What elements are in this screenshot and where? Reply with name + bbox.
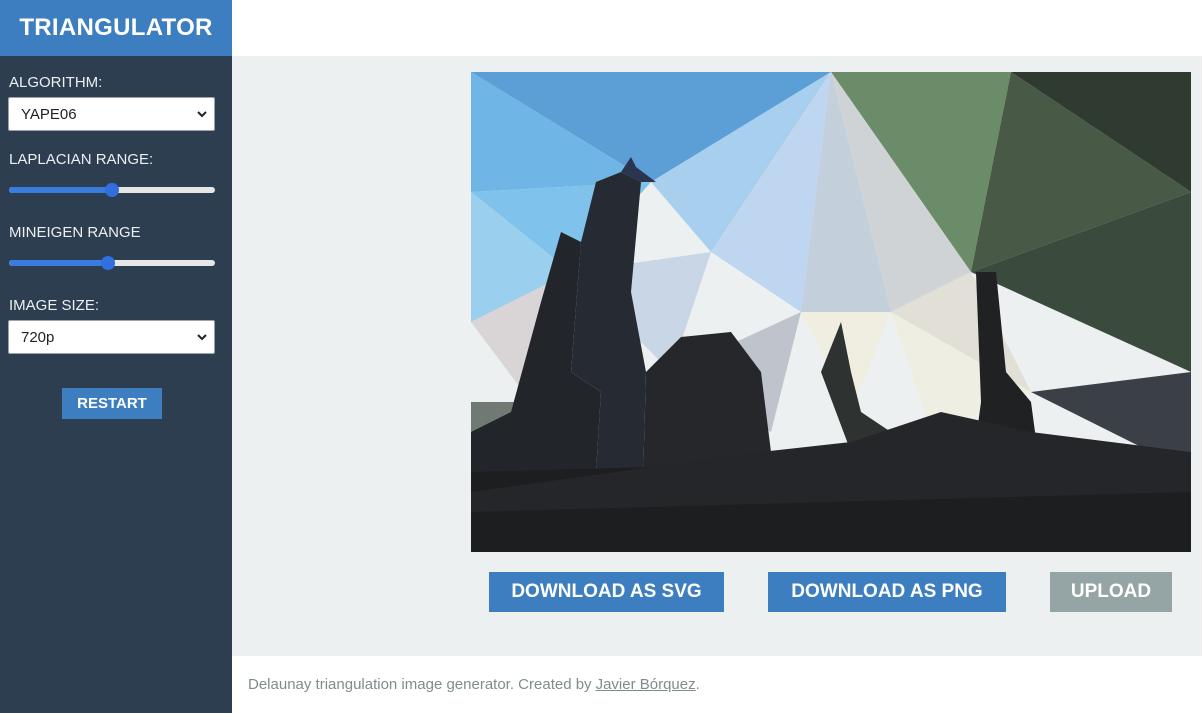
algorithm-label: ALGORITHM: (9, 74, 103, 91)
footer-period: . (695, 676, 700, 693)
footer: Delaunay triangulation image generator. … (232, 656, 1202, 713)
footer-text: Delaunay triangulation image generator. … (248, 676, 592, 693)
image-size-value: 720p (21, 328, 55, 346)
restart-button[interactable]: RESTART (62, 388, 162, 419)
laplacian-label: LAPLACIAN RANGE: (9, 151, 154, 168)
app-title: TRIANGULATOR (0, 0, 232, 56)
triangulated-image (471, 72, 1191, 552)
chevron-down-icon (197, 334, 207, 341)
main-area: DOWNLOAD AS SVG DOWNLOAD AS PNG UPLOAD (232, 56, 1202, 656)
slider-thumb[interactable] (100, 256, 115, 270)
author-link[interactable]: Javier Bórquez (596, 676, 696, 693)
image-size-label: IMAGE SIZE: (9, 297, 100, 314)
algorithm-value: YAPE06 (21, 105, 77, 123)
algorithm-select[interactable]: YAPE06 (8, 97, 215, 131)
upload-button[interactable]: UPLOAD (1050, 572, 1172, 612)
download-png-button[interactable]: DOWNLOAD AS PNG (768, 572, 1006, 612)
chevron-down-icon (197, 111, 207, 118)
sidebar: TRIANGULATOR ALGORITHM: YAPE06 LAPLACIAN… (0, 0, 232, 713)
slider-fill (9, 187, 112, 193)
slider-fill (9, 260, 108, 266)
laplacian-slider[interactable] (9, 182, 215, 198)
image-size-select[interactable]: 720p (8, 320, 215, 354)
mineigen-slider[interactable] (9, 255, 215, 271)
slider-thumb[interactable] (105, 183, 119, 197)
mineigen-label: MINEIGEN RANGE (9, 224, 141, 241)
download-svg-button[interactable]: DOWNLOAD AS SVG (489, 572, 724, 612)
